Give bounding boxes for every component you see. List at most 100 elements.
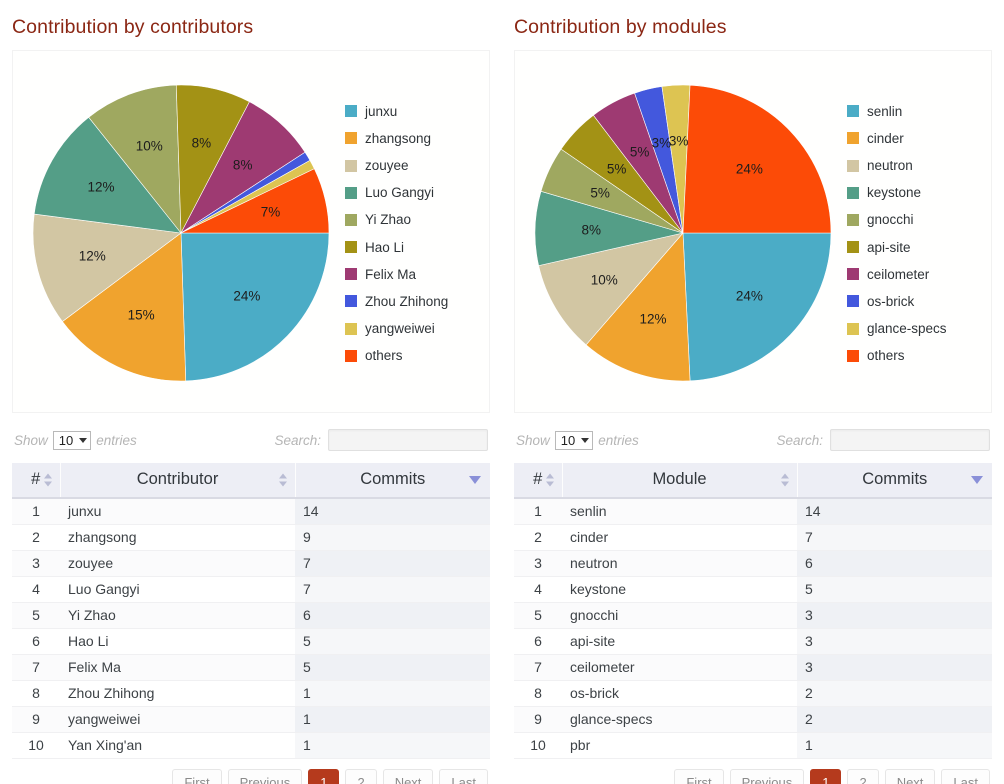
legend-item[interactable]: ceilometer [847, 261, 991, 288]
pagination-button[interactable]: First [172, 769, 222, 784]
legend-swatch-icon [345, 349, 357, 362]
legend-swatch-icon [345, 213, 357, 226]
row-name[interactable]: Yan Xing'an [60, 732, 295, 759]
legend-item[interactable]: keystone [847, 179, 991, 206]
table-row[interactable]: 10 Yan Xing'an 1 [12, 732, 490, 759]
legend-item[interactable]: neutron [847, 152, 991, 179]
row-name[interactable]: Felix Ma [60, 654, 295, 681]
legend-item[interactable]: os-brick [847, 288, 991, 315]
row-name[interactable]: glance-specs [562, 706, 797, 733]
row-name[interactable]: Luo Gangyi [60, 576, 295, 603]
pie-chart-modules[interactable]: 24% 12% 10% 8% 5% 5% 5% 3% 3% 24% [533, 83, 833, 383]
table-row[interactable]: 7 Felix Ma 5 [12, 654, 490, 681]
legend-item[interactable]: Luo Gangyi [345, 179, 489, 206]
column-header-index[interactable]: # [514, 463, 563, 499]
search-input[interactable] [830, 429, 990, 451]
table-row[interactable]: 3 zouyee 7 [12, 550, 490, 577]
pagination-button[interactable]: Last [439, 769, 488, 784]
column-header-commits[interactable]: Commits [295, 463, 490, 499]
legend-item[interactable]: Yi Zhao [345, 206, 489, 233]
column-header-module[interactable]: Module [562, 463, 798, 499]
table-header-row: # Module Commits [514, 463, 992, 499]
legend-item[interactable]: yangweiwei [345, 315, 489, 342]
pagination-button[interactable]: Next [382, 769, 434, 784]
table-row[interactable]: 3 neutron 6 [514, 550, 992, 577]
legend-item[interactable]: others [847, 342, 991, 369]
table-row[interactable]: 8 Zhou Zhihong 1 [12, 680, 490, 707]
pagination-button[interactable]: 1 [308, 769, 340, 784]
row-name[interactable]: junxu [60, 498, 295, 525]
pagination-modules: First Previous 1 2 Next Last [514, 759, 992, 784]
row-name[interactable]: yangweiwei [60, 706, 295, 733]
search-input[interactable] [328, 429, 488, 451]
contributors-table-body: 1 junxu 14 2 zhangsong 9 3 zouyee 7 4 Luo Gangyi 7 5… [12, 498, 490, 759]
pagination-button[interactable]: 2 [847, 769, 879, 784]
row-name[interactable]: gnocchi [562, 602, 797, 629]
row-index: 10 [12, 732, 60, 759]
pagination-button[interactable]: 1 [810, 769, 842, 784]
row-name[interactable]: zhangsong [60, 524, 295, 551]
legend-item-label: zhangsong [365, 130, 432, 146]
table-row[interactable]: 1 junxu 14 [12, 498, 490, 525]
row-name[interactable]: zouyee [60, 550, 295, 577]
column-header-contributor[interactable]: Contributor [60, 463, 296, 499]
pagination-button[interactable]: Previous [227, 769, 303, 784]
legend-item[interactable]: api-site [847, 234, 991, 261]
row-name[interactable]: neutron [562, 550, 797, 577]
row-name[interactable]: Yi Zhao [60, 602, 295, 629]
column-header-commits[interactable]: Commits [797, 463, 992, 499]
legend-item[interactable]: glance-specs [847, 315, 991, 342]
table-row[interactable]: 5 gnocchi 3 [514, 602, 992, 629]
row-name[interactable]: Hao Li [60, 628, 295, 655]
row-index: 2 [12, 524, 60, 551]
legend-item[interactable]: Hao Li [345, 234, 489, 261]
row-name[interactable]: pbr [562, 732, 797, 759]
pagination-button[interactable]: Previous [729, 769, 805, 784]
pie-slice[interactable] [682, 232, 832, 381]
legend-item[interactable]: Zhou Zhihong [345, 288, 489, 315]
table-row[interactable]: 1 senlin 14 [514, 498, 992, 525]
row-name[interactable]: Zhou Zhihong [60, 680, 295, 707]
legend-item[interactable]: zhangsong [345, 125, 489, 152]
column-header-index[interactable]: # [12, 463, 61, 499]
legend-item[interactable]: cinder [847, 125, 991, 152]
table-row[interactable]: 2 zhangsong 9 [12, 524, 490, 551]
page-length-select[interactable]: 10 [52, 430, 92, 450]
pagination-button[interactable]: First [674, 769, 724, 784]
table-row[interactable]: 4 keystone 5 [514, 576, 992, 603]
pie-chart-contributors[interactable]: 24% 15% 12% 12% 10% 8% 8% 7% [31, 83, 331, 383]
table-row[interactable]: 9 glance-specs 2 [514, 706, 992, 733]
row-index: 5 [12, 602, 60, 629]
table-row[interactable]: 8 os-brick 2 [514, 680, 992, 707]
table-row[interactable]: 2 cinder 7 [514, 524, 992, 551]
table-row[interactable]: 6 api-site 3 [514, 628, 992, 655]
legend-item[interactable]: junxu [345, 98, 489, 125]
page-length-select[interactable]: 10 [554, 430, 594, 450]
pagination-button[interactable]: Last [941, 769, 990, 784]
entries-label: entries [598, 432, 639, 448]
row-name[interactable]: ceilometer [562, 654, 797, 681]
legend-item[interactable]: senlin [847, 98, 991, 125]
table-row[interactable]: 9 yangweiwei 1 [12, 706, 490, 733]
row-name[interactable]: senlin [562, 498, 797, 525]
legend-item[interactable]: others [345, 342, 489, 369]
pie-slice[interactable] [682, 84, 832, 233]
legend-item[interactable]: gnocchi [847, 206, 991, 233]
table-row[interactable]: 10 pbr 1 [514, 732, 992, 759]
row-name[interactable]: api-site [562, 628, 797, 655]
chart-panel-contributors: 24% 15% 12% 12% 10% 8% 8% 7% junxu zhangsong zouy… [12, 50, 490, 413]
legend-item[interactable]: Felix Ma [345, 261, 489, 288]
row-name[interactable]: cinder [562, 524, 797, 551]
legend-item[interactable]: zouyee [345, 152, 489, 179]
table-row[interactable]: 5 Yi Zhao 6 [12, 602, 490, 629]
table-row[interactable]: 6 Hao Li 5 [12, 628, 490, 655]
row-name[interactable]: keystone [562, 576, 797, 603]
pagination-button[interactable]: Next [884, 769, 936, 784]
row-name[interactable]: os-brick [562, 680, 797, 707]
pagination-button[interactable]: 2 [345, 769, 377, 784]
page-length-value: 10 [560, 432, 576, 448]
pie-slice[interactable] [180, 232, 330, 381]
table-row[interactable]: 7 ceilometer 3 [514, 654, 992, 681]
row-commits: 5 [797, 576, 992, 603]
table-row[interactable]: 4 Luo Gangyi 7 [12, 576, 490, 603]
